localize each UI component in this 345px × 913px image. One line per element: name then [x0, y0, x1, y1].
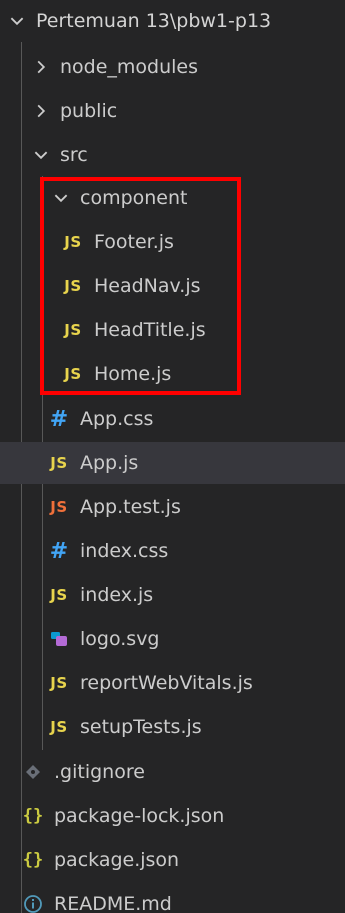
chevron-down-icon	[30, 144, 52, 166]
json-file-icon: {}	[22, 806, 44, 826]
javascript-file-icon: JS	[50, 586, 68, 604]
tree-file-label: App.js	[80, 452, 139, 474]
tree-file-setuptests-js[interactable]: JS setupTests.js	[0, 706, 345, 748]
javascript-file-icon: JS	[64, 233, 82, 251]
tree-file-headtitle-js[interactable]: JS HeadTitle.js	[0, 309, 345, 351]
tree-file-headnav-js[interactable]: JS HeadNav.js	[0, 265, 345, 307]
tree-file-label: Home.js	[94, 363, 172, 385]
tree-folder-component-label: component	[80, 187, 188, 209]
tree-file-app-js[interactable]: JS App.js	[0, 442, 345, 484]
tree-file-label: logo.svg	[80, 628, 160, 650]
chevron-down-icon	[6, 10, 28, 32]
javascript-file-icon: JS	[50, 674, 68, 692]
tree-file-label: .gitignore	[54, 761, 145, 783]
tree-file-label: package-lock.json	[54, 805, 225, 827]
javascript-file-icon: JS	[64, 365, 82, 383]
tree-folder-node-modules-label: node_modules	[60, 56, 199, 78]
tree-file-footer-js[interactable]: JS Footer.js	[0, 221, 345, 263]
file-explorer: Pertemuan 13\pbw1-p13 node_modules publi…	[0, 0, 345, 913]
tree-folder-node-modules[interactable]: node_modules	[0, 46, 345, 88]
tree-file-label: App.test.js	[80, 496, 181, 518]
chevron-down-icon	[50, 187, 72, 209]
tree-file-app-css[interactable]: # App.css	[0, 398, 345, 440]
tree-file-label: README.md	[54, 893, 172, 913]
tree-file-label: HeadNav.js	[94, 275, 201, 297]
tree-file-gitignore[interactable]: .gitignore	[0, 751, 345, 793]
tree-file-reportwebvitals-js[interactable]: JS reportWebVitals.js	[0, 662, 345, 704]
chevron-right-icon	[30, 100, 52, 122]
tree-file-package-lock-json[interactable]: {} package-lock.json	[0, 795, 345, 837]
git-diamond-icon	[20, 763, 46, 781]
tree-folder-src-label: src	[60, 144, 88, 166]
tree-file-label: index.css	[80, 540, 169, 562]
tree-file-package-json[interactable]: {} package.json	[0, 839, 345, 881]
tree-file-label: setupTests.js	[80, 716, 202, 738]
tree-file-home-js[interactable]: JS Home.js	[0, 353, 345, 395]
css-file-icon: #	[49, 538, 69, 564]
tree-file-label: Footer.js	[94, 231, 174, 253]
tree-file-label: package.json	[54, 849, 180, 871]
css-file-icon: #	[49, 406, 69, 432]
tree-file-app-test-js[interactable]: JS App.test.js	[0, 486, 345, 528]
tree-file-index-js[interactable]: JS index.js	[0, 574, 345, 616]
tree-file-logo-svg[interactable]: logo.svg	[0, 618, 345, 660]
tree-file-label: index.js	[80, 584, 154, 606]
tree-folder-root[interactable]: Pertemuan 13\pbw1-p13	[0, 0, 345, 42]
javascript-test-file-icon: JS	[50, 498, 68, 516]
tree-folder-public-label: public	[60, 100, 118, 122]
info-icon	[20, 894, 46, 913]
javascript-file-icon: JS	[64, 277, 82, 295]
tree-file-readme-md[interactable]: README.md	[0, 883, 345, 913]
javascript-file-icon: JS	[50, 718, 68, 736]
tree-file-index-css[interactable]: # index.css	[0, 530, 345, 572]
tree-file-label: App.css	[80, 408, 154, 430]
tree-folder-public[interactable]: public	[0, 90, 345, 132]
tree-file-label: HeadTitle.js	[94, 319, 206, 341]
chevron-right-icon	[30, 56, 52, 78]
json-file-icon: {}	[22, 850, 44, 870]
tree-folder-component[interactable]: component	[0, 177, 345, 219]
javascript-file-icon: JS	[50, 454, 68, 472]
javascript-file-icon: JS	[64, 321, 82, 339]
tree-folder-src[interactable]: src	[0, 134, 345, 176]
svg-file-icon	[46, 629, 72, 649]
tree-file-label: reportWebVitals.js	[80, 672, 253, 694]
tree-folder-root-label: Pertemuan 13\pbw1-p13	[36, 10, 272, 32]
